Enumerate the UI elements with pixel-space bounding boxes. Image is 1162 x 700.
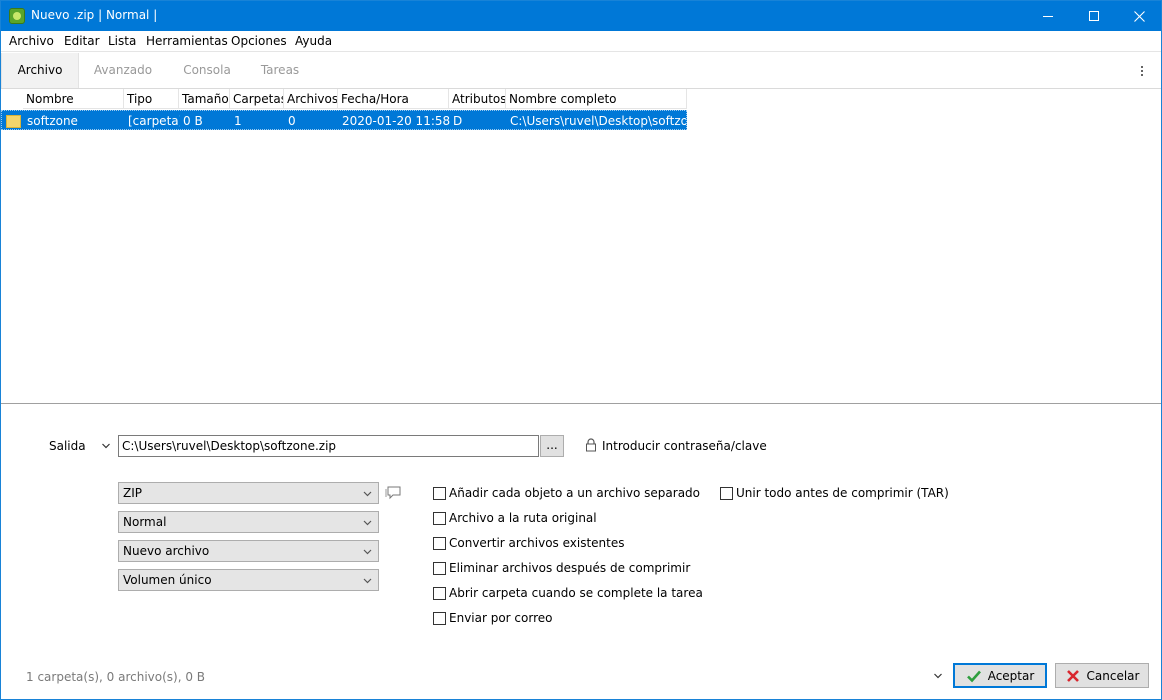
lock-icon[interactable]: [585, 438, 597, 452]
column-header-nombre-completo[interactable]: Nombre completo: [506, 89, 687, 109]
output-label: Salida: [49, 439, 86, 453]
tar-join-label: Unir todo antes de comprimir (TAR): [736, 486, 949, 500]
checkbox-box[interactable]: [720, 487, 733, 500]
maximize-icon: [1089, 11, 1099, 21]
chevron-down-icon: [363, 491, 372, 497]
level-select-value: Normal: [123, 515, 167, 529]
accept-button-label: Aceptar: [987, 668, 1035, 683]
folder-icon: [6, 113, 21, 128]
checkmark-icon: [966, 670, 981, 682]
chevron-down-icon: [363, 578, 372, 584]
convert-existing-label: Convertir archivos existentes: [449, 536, 625, 550]
cell-atributos: D: [453, 114, 463, 128]
more-options-icon[interactable]: [1134, 61, 1150, 81]
output-path-input[interactable]: [118, 435, 539, 457]
close-icon: [1133, 10, 1145, 22]
chevron-down-icon[interactable]: [101, 441, 111, 451]
cell-carpetas: 1: [234, 114, 242, 128]
column-header-tipo[interactable]: Tipo: [124, 89, 179, 109]
level-select[interactable]: Normal: [118, 511, 379, 533]
original-path-label: Archivo a la ruta original: [449, 511, 597, 525]
tab-tareas[interactable]: Tareas: [255, 53, 305, 88]
format-select-value: ZIP: [123, 486, 142, 500]
minimize-button[interactable]: [1025, 1, 1071, 31]
checkbox-box[interactable]: [433, 487, 446, 500]
accept-button[interactable]: Aceptar: [953, 663, 1047, 688]
column-header-tamano[interactable]: Tamaño: [179, 89, 230, 109]
volume-select-value: Volumen único: [123, 573, 212, 587]
column-header-fecha[interactable]: Fecha/Hora: [338, 89, 449, 109]
minimize-icon: [1043, 15, 1053, 17]
mode-select[interactable]: Nuevo archivo: [118, 540, 379, 562]
volume-select[interactable]: Volumen único: [118, 569, 379, 591]
column-header-archivos[interactable]: Archivos: [284, 89, 338, 109]
window-title: Nuevo .zip | Normal |: [31, 8, 158, 22]
chevron-down-icon: [363, 549, 372, 555]
app-icon: [9, 8, 25, 24]
cell-tipo: [carpeta]: [128, 114, 180, 128]
menu-herramientas[interactable]: Herramientas: [146, 34, 228, 48]
tab-avanzado[interactable]: Avanzado: [89, 53, 157, 88]
add-separate-label: Añadir cada objeto a un archivo separado: [449, 486, 701, 500]
menu-ayuda[interactable]: Ayuda: [295, 34, 332, 48]
checkbox-box[interactable]: [433, 512, 446, 525]
menu-opciones[interactable]: Opciones: [231, 34, 287, 48]
column-header-carpetas[interactable]: Carpetas: [230, 89, 284, 109]
checkbox-box[interactable]: [433, 612, 446, 625]
cell-nombre: softzone: [27, 114, 78, 128]
cell-archivos: 0: [288, 114, 296, 128]
menu-lista[interactable]: Lista: [108, 34, 136, 48]
status-text: 1 carpeta(s), 0 archivo(s), 0 B: [26, 670, 206, 684]
maximize-button[interactable]: [1071, 1, 1117, 31]
title-bar[interactable]: Nuevo .zip | Normal |: [1, 1, 1161, 31]
cancel-x-icon: [1066, 669, 1079, 682]
browse-button[interactable]: ...: [540, 435, 564, 457]
password-link[interactable]: Introducir contraseña/clave: [602, 439, 767, 453]
file-list[interactable]: Nombre Tipo Tamaño Carpetas Archivos Fec…: [1, 89, 1161, 404]
checkbox-box[interactable]: [433, 587, 446, 600]
delete-after-label: Eliminar archivos después de comprimir: [449, 561, 691, 575]
chevron-down-icon: [363, 520, 372, 526]
close-button[interactable]: [1116, 1, 1162, 31]
options-panel: Salida ... Introducir contraseña/clave Z…: [1, 405, 1161, 699]
column-header-atributos[interactable]: Atributos: [449, 89, 506, 109]
menu-bar: Archivo Editar Lista Herramientas Opcion…: [1, 31, 1161, 52]
app-window: Nuevo .zip | Normal | Archivo Editar Lis…: [0, 0, 1162, 700]
menu-archivo[interactable]: Archivo: [9, 34, 54, 48]
cell-fecha: 2020-01-20 11:58:10: [342, 114, 450, 128]
chevron-down-icon[interactable]: [933, 671, 943, 681]
cell-nombre-completo: C:\Users\ruvel\Desktop\softzone: [510, 114, 686, 128]
menu-editar[interactable]: Editar: [64, 34, 100, 48]
open-folder-label: Abrir carpeta cuando se complete la tare…: [449, 586, 703, 600]
mode-select-value: Nuevo archivo: [123, 544, 210, 558]
cell-tamano: 0 B: [183, 114, 203, 128]
cancel-button[interactable]: Cancelar: [1055, 663, 1149, 688]
comment-icon[interactable]: [384, 485, 402, 501]
checkbox-box[interactable]: [433, 537, 446, 550]
tab-consola[interactable]: Consola: [177, 53, 237, 88]
column-header-nombre[interactable]: Nombre: [23, 89, 124, 109]
tab-archivo[interactable]: Archivo: [1, 53, 79, 88]
tab-bar: Archivo Avanzado Consola Tareas: [1, 53, 1161, 89]
cancel-button-label: Cancelar: [1086, 668, 1140, 683]
send-mail-label: Enviar por correo: [449, 611, 553, 625]
format-select[interactable]: ZIP: [118, 482, 379, 504]
table-row[interactable]: softzone [carpeta] 0 B 1 0 2020-01-20 11…: [1, 110, 687, 130]
checkbox-box[interactable]: [433, 562, 446, 575]
